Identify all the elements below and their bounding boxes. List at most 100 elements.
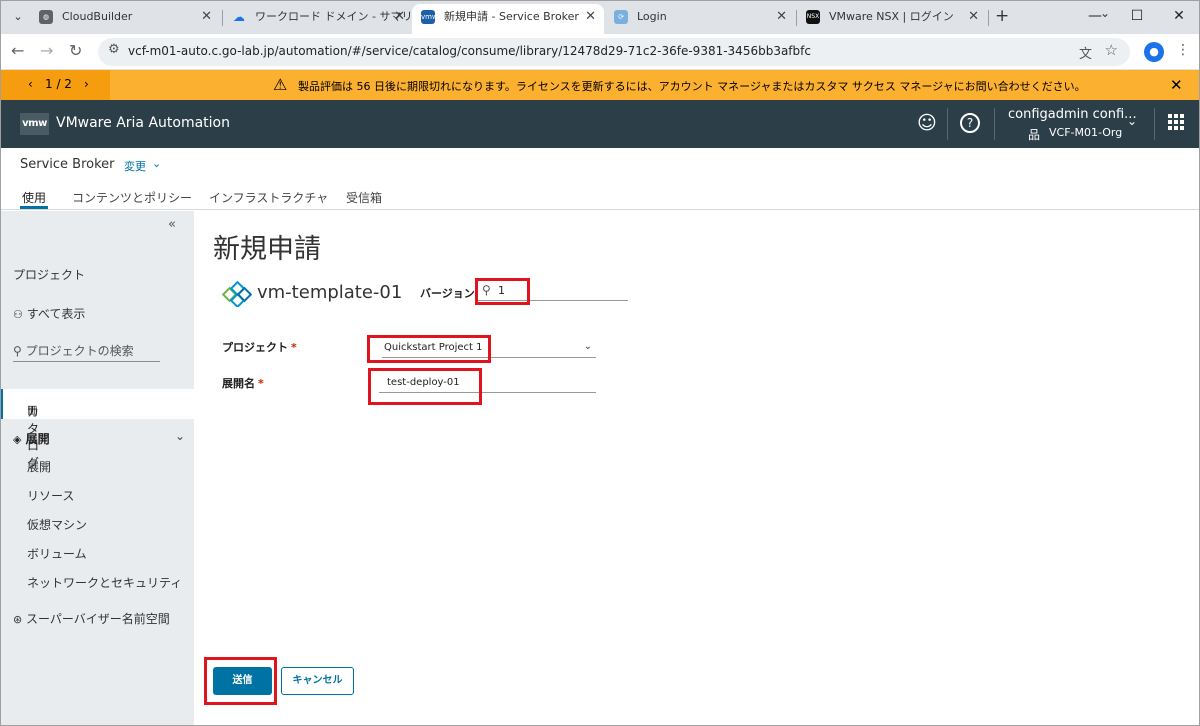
sidebar-item-resources[interactable]: リソース <box>27 487 74 504</box>
deployment-label-text: 展開名 <box>222 377 255 390</box>
new-tab-icon[interactable]: + <box>995 6 1009 26</box>
project-label-text: プロジェクト <box>222 341 288 354</box>
chevron-left-icon[interactable]: ‹ <box>28 77 33 91</box>
address-bar: ← → ↻ ⚙ vcf-m01-auto.c.go-lab.jp/automat… <box>0 34 1200 70</box>
chevron-down-icon[interactable]: ⌄ <box>175 429 185 443</box>
sidebar-item-label: スーパーバイザー名前空間 <box>26 612 170 626</box>
close-icon[interactable]: ✕ <box>585 4 596 30</box>
sidebar-item-deployments[interactable]: 展開 <box>27 458 51 475</box>
translate-icon[interactable]: 文 <box>1079 43 1092 62</box>
close-icon[interactable]: ✕ <box>201 4 212 30</box>
url-field[interactable]: ⚙ vcf-m01-auto.c.go-lab.jp/automation/#/… <box>98 38 1130 66</box>
header-divider <box>994 108 995 140</box>
org-name: VCF-M01-Org <box>1049 126 1123 139</box>
more-menu-icon[interactable]: ⋮ <box>1176 42 1190 58</box>
version-label: バージョン <box>420 287 475 300</box>
tab-content-and-policies[interactable]: コンテンツとポリシー <box>72 189 192 206</box>
main-content: 新規申請 vm-template-01 バージョン ⚲ 1 プロジェクト * Qu… <box>194 211 1200 726</box>
vmw-icon: vmw <box>421 10 438 24</box>
sidebar-item-label: すべて表示 <box>26 307 86 321</box>
minimize-icon[interactable]: — <box>1074 0 1116 34</box>
app-name: VMware Aria Automation <box>56 115 230 131</box>
search-placeholder: プロジェクトの検索 <box>25 344 134 358</box>
maximize-icon[interactable]: ☐ <box>1116 0 1158 34</box>
close-icon[interactable]: ✕ <box>394 4 405 30</box>
project-search-input[interactable]: ⚲ プロジェクトの検索 <box>13 342 160 362</box>
chevron-right-icon[interactable]: › <box>84 77 89 91</box>
bookmark-star-icon[interactable]: ☆ <box>1105 41 1118 59</box>
tab-label: ワークロード ドメイン - サマリ <box>255 10 413 23</box>
banner-pager: ‹ 1 / 2 › <box>0 70 110 100</box>
sidebar-projects-heading: プロジェクト <box>13 268 86 282</box>
deploy-icon: ◈ <box>13 433 22 446</box>
help-icon[interactable]: ? <box>960 113 980 133</box>
deployment-name-label: 展開名 * <box>222 375 264 391</box>
service-subheader: Service Broker 変更 ⌄ 使用 コンテンツとポリシー インフラスト… <box>0 148 1200 210</box>
chevron-down-icon[interactable]: ⌄ <box>1127 114 1137 128</box>
blueprint-name: vm-template-01 <box>257 282 403 303</box>
cloud-icon: ☁ <box>233 10 245 24</box>
sidebar-section-deployments[interactable]: ◈ 展開 <box>13 430 50 447</box>
sidebar-item-catalog[interactable]: ▥ カタログ <box>0 389 194 470</box>
close-window-icon[interactable]: ✕ <box>1158 0 1200 34</box>
back-arrow-icon[interactable]: ← <box>11 41 24 60</box>
blueprint-icon <box>222 281 252 307</box>
login-icon: ⟳ <box>614 10 628 24</box>
required-mark: * <box>291 341 297 354</box>
service-title: Service Broker <box>20 157 115 172</box>
close-icon[interactable]: ✕ <box>1170 76 1183 94</box>
app-header: vmw VMware Aria Automation ☺ ? configadm… <box>0 100 1200 148</box>
sidebar-section-label: 展開 <box>25 432 50 446</box>
namespace-icon: ⊛ <box>13 613 23 626</box>
globe-icon: ◍ <box>39 10 53 24</box>
browser-tab[interactable]: ☁ ワークロード ドメイン - サマリ ✕ <box>223 4 413 34</box>
required-mark: * <box>258 377 264 390</box>
browser-tab[interactable]: NSX VMware NSX | ログイン ✕ <box>797 4 987 34</box>
close-icon[interactable]: ✕ <box>968 4 979 30</box>
tab-infrastructure[interactable]: インフラストラクチャ <box>209 189 328 206</box>
collapse-sidebar-icon[interactable]: « <box>168 217 176 232</box>
highlight-box-deployment-name <box>368 368 482 405</box>
page-title: 新規申請 <box>213 234 321 265</box>
site-settings-icon[interactable]: ⚙ <box>108 42 120 57</box>
tab-inbox[interactable]: 受信箱 <box>346 189 382 206</box>
sidebar-item-virtual-machines[interactable]: 仮想マシン <box>27 516 87 533</box>
tab-label: Login <box>637 10 667 23</box>
highlight-box-project <box>367 335 491 363</box>
org-icon: 品 <box>1028 128 1041 142</box>
change-service-link[interactable]: 変更 <box>124 158 146 174</box>
nsx-icon: NSX <box>806 10 820 24</box>
header-divider <box>947 108 948 140</box>
forward-arrow-icon[interactable]: → <box>40 41 53 60</box>
browser-tab-active[interactable]: vmw 新規申請 - Service Broker ✕ <box>412 4 604 34</box>
warning-icon: ⚠ <box>273 75 288 94</box>
sidebar: « プロジェクト ⚇ すべて表示 ⚲ プロジェクトの検索 ▥ カタログ ◈ 展開… <box>0 211 194 726</box>
users-icon: ⚇ <box>13 308 23 321</box>
close-icon[interactable]: ✕ <box>776 4 787 30</box>
user-name[interactable]: configadmin confi... <box>1008 107 1137 122</box>
profile-avatar-icon[interactable]: ● <box>1144 42 1164 62</box>
sidebar-item-show-all[interactable]: ⚇ すべて表示 <box>13 305 85 322</box>
browser-tab[interactable]: ◍ CloudBuilder ✕ <box>30 4 220 34</box>
tab-separator <box>988 10 989 26</box>
cancel-button[interactable]: キャンセル <box>281 667 354 695</box>
app-switcher-grid-icon[interactable] <box>1168 114 1184 130</box>
sidebar-item-volumes[interactable]: ボリューム <box>27 545 87 562</box>
browser-tab[interactable]: ⟳ Login ✕ <box>605 4 795 34</box>
header-divider <box>1154 108 1155 140</box>
project-label: プロジェクト * <box>222 339 297 355</box>
reload-icon[interactable]: ↻ <box>69 41 82 60</box>
tab-search-menu-icon[interactable]: ⌄ <box>8 7 28 27</box>
url-text: vcf-m01-auto.c.go-lab.jp/automation/#/se… <box>128 44 811 58</box>
tab-consume[interactable]: 使用 <box>22 189 46 206</box>
chevron-down-icon: ⌄ <box>583 341 592 352</box>
tab-label: VMware NSX | ログイン <box>829 10 954 23</box>
sidebar-item-network-security[interactable]: ネットワークとセキュリティ <box>27 574 182 591</box>
banner-message: 製品評価は 56 日後に期限切れになります。ライセンスを更新するには、アカウント… <box>298 80 1086 93</box>
window-controls: — ☐ ✕ <box>1074 0 1200 34</box>
sidebar-item-supervisor-namespaces[interactable]: ⊛ スーパーバイザー名前空間 <box>13 610 170 627</box>
feedback-smile-icon[interactable]: ☺ <box>917 112 937 134</box>
chevron-down-icon[interactable]: ⌄ <box>152 157 161 170</box>
tab-label: 新規申請 - Service Broker <box>444 10 579 23</box>
search-icon: ⚲ <box>13 344 22 358</box>
